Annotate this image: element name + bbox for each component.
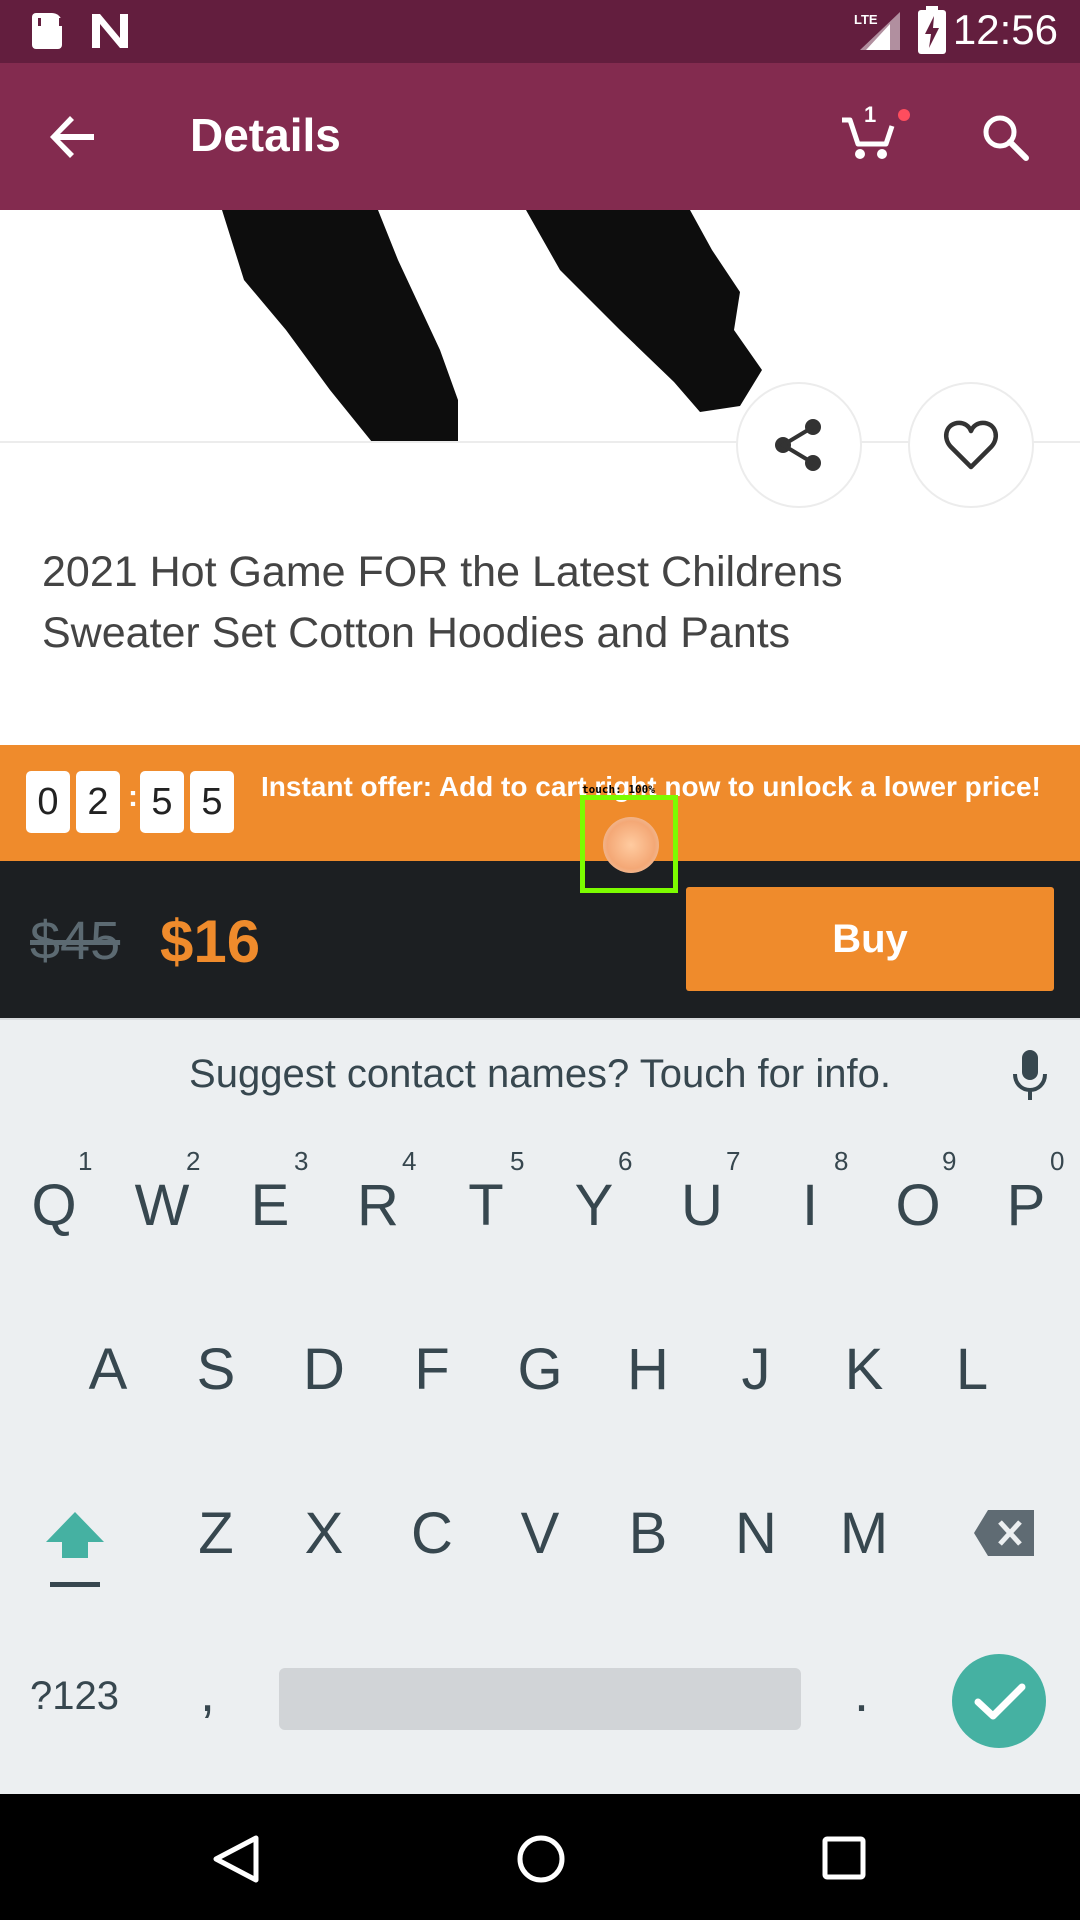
lte-label: LTE (854, 12, 878, 27)
search-icon[interactable] (980, 112, 1030, 162)
key-d[interactable]: D (279, 1336, 369, 1403)
key-c[interactable]: C (387, 1500, 477, 1567)
key-hint: 3 (294, 1146, 309, 1176)
key-f[interactable]: F (387, 1336, 477, 1403)
key-g[interactable]: G (495, 1336, 585, 1403)
app-bar (0, 63, 1080, 210)
key-hint: 7 (726, 1146, 741, 1176)
key-b[interactable]: B (603, 1500, 693, 1567)
share-button[interactable] (736, 382, 862, 508)
page-title: Details (190, 109, 341, 161)
key-t[interactable]: T (441, 1172, 531, 1239)
sd-card-icon (32, 13, 62, 49)
done-key[interactable] (952, 1654, 1046, 1748)
key-r[interactable]: R (333, 1172, 423, 1239)
key-hint: 6 (618, 1146, 633, 1176)
key-o[interactable]: O (873, 1172, 963, 1239)
key-q[interactable]: Q (9, 1172, 99, 1239)
timer-digit: 0 (26, 771, 70, 833)
heart-outline-icon (943, 420, 999, 470)
back-arrow-icon[interactable] (50, 114, 96, 160)
favorite-button[interactable] (908, 382, 1034, 508)
timer-digit: 2 (76, 771, 120, 833)
key-z[interactable]: Z (171, 1500, 261, 1567)
timer-digit: 5 (140, 771, 184, 833)
nav-recents-icon[interactable] (822, 1836, 866, 1880)
key-p[interactable]: P (981, 1172, 1071, 1239)
key-hint: 2 (186, 1146, 201, 1176)
key-m[interactable]: M (819, 1500, 909, 1567)
lte-signal-icon: LTE (854, 12, 900, 50)
product-title: 2021 Hot Game FOR the Latest Childrens S… (42, 548, 843, 657)
key-hint: 0 (1050, 1146, 1065, 1176)
original-price: $45 (30, 911, 121, 971)
touch-indicator-label: touch: 100% (582, 783, 655, 796)
key-i[interactable]: I (765, 1172, 855, 1239)
key-hint: 4 (402, 1146, 417, 1176)
key-x[interactable]: X (279, 1500, 369, 1567)
key-hint: 1 (78, 1146, 93, 1176)
key-l[interactable]: L (927, 1336, 1017, 1403)
space-bar[interactable] (279, 1668, 801, 1730)
share-icon (775, 419, 821, 471)
microphone-icon[interactable] (1010, 1048, 1050, 1102)
key-h[interactable]: H (603, 1336, 693, 1403)
comma-key[interactable]: , (200, 1662, 215, 1724)
backspace-icon[interactable] (972, 1508, 1036, 1558)
touch-point-dot (603, 817, 659, 873)
key-hint: 8 (834, 1146, 849, 1176)
key-v[interactable]: V (495, 1500, 585, 1567)
checkmark-icon (974, 1683, 1026, 1720)
period-key[interactable]: . (854, 1662, 869, 1724)
key-hint: 5 (510, 1146, 525, 1176)
notification-n-icon (92, 14, 128, 48)
key-e[interactable]: E (225, 1172, 315, 1239)
cart-notification-dot (898, 109, 910, 121)
key-a[interactable]: A (63, 1336, 153, 1403)
key-u[interactable]: U (657, 1172, 747, 1239)
battery-charging-icon (918, 6, 946, 54)
key-hint: 9 (942, 1146, 957, 1176)
timer-separator: : (128, 780, 138, 813)
suggestion-text[interactable]: Suggest contact names? Touch for info. (0, 1052, 1080, 1097)
symbols-key[interactable]: ?123 (30, 1674, 119, 1719)
key-n[interactable]: N (711, 1500, 801, 1567)
key-j[interactable]: J (711, 1336, 801, 1403)
key-y[interactable]: Y (549, 1172, 639, 1239)
timer-digit: 5 (190, 771, 234, 833)
status-time: 12:56 (952, 6, 1058, 53)
shift-key-icon[interactable] (44, 1508, 106, 1590)
nav-back-icon[interactable] (212, 1834, 260, 1884)
nav-home-icon[interactable] (516, 1834, 566, 1884)
key-w[interactable]: W (117, 1172, 207, 1239)
sale-price: $16 (160, 908, 261, 975)
key-s[interactable]: S (171, 1336, 261, 1403)
product-image[interactable] (0, 210, 1080, 442)
cart-count-badge: 1 (864, 102, 877, 127)
buy-button[interactable]: Buy (686, 887, 1054, 991)
key-k[interactable]: K (819, 1336, 909, 1403)
